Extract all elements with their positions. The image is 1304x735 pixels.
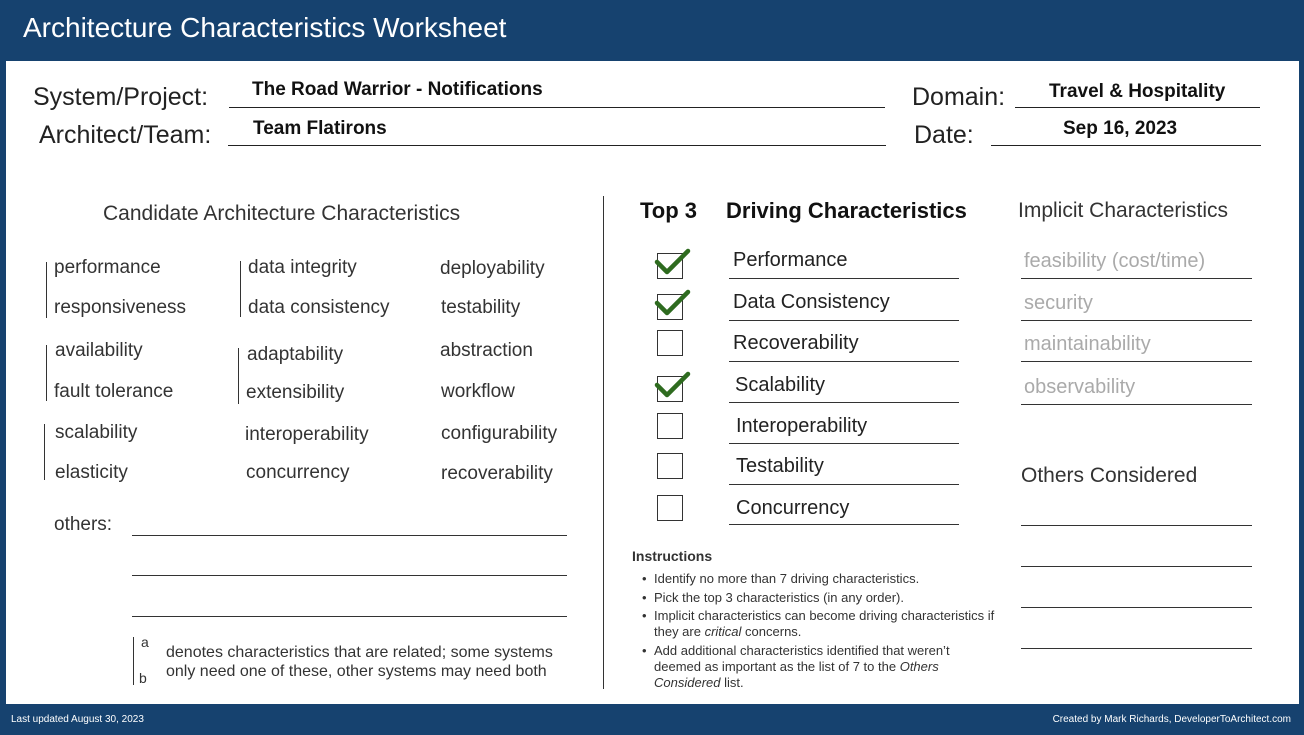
checkmark-stroke [654, 289, 691, 316]
section-divider [603, 196, 604, 689]
candidate-item: concurrency [246, 462, 350, 483]
others-considered-heading: Others Considered [1021, 464, 1198, 487]
date-underline [991, 145, 1261, 146]
driving-item-underline [729, 278, 959, 279]
related-bracket [240, 261, 241, 317]
instruction-item: Identify no more than 7 driving characte… [642, 571, 1012, 587]
driving-item-underline [729, 443, 959, 444]
implicit-item-underline [1021, 278, 1252, 279]
driving-checkbox[interactable] [657, 413, 683, 439]
footer-last-updated: Last updated August 30, 2023 [11, 714, 144, 725]
others-label: others: [54, 514, 113, 535]
related-bracket [44, 424, 45, 480]
checkmark-icon [654, 371, 691, 398]
implicit-item: security [1024, 292, 1093, 314]
instruction-item: Implicit characteristics can become driv… [642, 608, 1008, 640]
legend-bracket [133, 637, 134, 685]
driving-item-underline [729, 484, 959, 485]
implicit-item: feasibility (cost/time) [1024, 250, 1206, 272]
driving-item-underline [729, 524, 959, 525]
others-considered-line[interactable] [1021, 566, 1252, 567]
driving-item-label[interactable]: Concurrency [736, 497, 849, 520]
instruction-item: Add additional characteristics identifie… [642, 643, 978, 691]
system-project-underline [229, 107, 885, 108]
implicit-item-underline [1021, 404, 1252, 405]
system-project-label: System/Project: [33, 83, 209, 111]
instruction-item: Pick the top 3 characteristics (in any o… [642, 590, 1012, 606]
others-line[interactable] [132, 575, 567, 576]
candidate-item: workflow [441, 381, 515, 402]
architect-team-underline [228, 145, 886, 146]
candidate-item: responsiveness [54, 297, 187, 318]
footer-credit: Created by Mark Richards, DeveloperToArc… [1052, 714, 1291, 725]
candidate-item: performance [54, 257, 161, 278]
legend-letter-b: b [139, 670, 147, 686]
candidate-item: recoverability [441, 463, 553, 484]
worksheet-title: Architecture Characteristics Worksheet [23, 12, 507, 43]
driving-item-label[interactable]: Data Consistency [733, 291, 890, 314]
driving-checkbox[interactable] [657, 453, 683, 479]
driving-heading: Driving Characteristics [726, 198, 967, 223]
candidate-item: scalability [55, 422, 138, 443]
checkmark-stroke [654, 371, 691, 398]
driving-item-underline [729, 361, 959, 362]
candidate-item: extensibility [246, 382, 345, 403]
driving-item-label[interactable]: Performance [733, 249, 848, 272]
others-considered-line[interactable] [1021, 607, 1252, 608]
others-considered-line[interactable] [1021, 648, 1252, 649]
candidate-item: data integrity [248, 257, 357, 278]
driving-item-underline [729, 320, 959, 321]
legend-text-line2: only need one of these, other systems ma… [166, 663, 547, 680]
candidate-item: testability [441, 297, 521, 318]
candidate-heading: Candidate Architecture Characteristics [103, 202, 461, 225]
driving-item-label[interactable]: Testability [736, 455, 824, 478]
legend-letter-a: a [141, 634, 149, 650]
date-value[interactable]: Sep 16, 2023 [1063, 118, 1177, 140]
driving-item-label[interactable]: Scalability [735, 374, 825, 397]
implicit-item-underline [1021, 320, 1252, 321]
top3-label: Top 3 [640, 198, 698, 223]
candidate-item: deployability [440, 258, 545, 279]
related-bracket [238, 348, 239, 404]
candidate-item: abstraction [440, 340, 533, 361]
others-line[interactable] [132, 535, 567, 536]
date-label: Date: [914, 121, 974, 149]
driving-item-label[interactable]: Recoverability [733, 332, 859, 355]
instructions-title: Instructions [632, 548, 713, 564]
candidate-item: availability [55, 340, 143, 361]
checkmark-stroke [654, 248, 691, 275]
driving-item-underline [729, 402, 959, 403]
architect-team-label: Architect/Team: [39, 121, 212, 149]
others-considered-line[interactable] [1021, 525, 1252, 526]
related-bracket [46, 262, 47, 318]
candidate-item: configurability [441, 423, 558, 444]
checkmark-icon [654, 289, 691, 316]
domain-value[interactable]: Travel & Hospitality [1049, 81, 1225, 103]
implicit-heading: Implicit Characteristics [1018, 199, 1229, 222]
checkmark-icon [654, 248, 691, 275]
candidate-item: elasticity [55, 462, 128, 483]
architect-team-value[interactable]: Team Flatirons [253, 118, 387, 140]
candidate-item: fault tolerance [54, 381, 174, 402]
driving-checkbox[interactable] [657, 330, 683, 356]
candidate-item: interoperability [245, 424, 369, 445]
domain-label: Domain: [912, 83, 1006, 111]
system-project-value[interactable]: The Road Warrior - Notifications [252, 79, 543, 101]
domain-underline [1015, 107, 1260, 108]
driving-item-label[interactable]: Interoperability [736, 415, 867, 438]
others-line[interactable] [132, 616, 567, 617]
implicit-item-underline [1021, 361, 1252, 362]
related-bracket [46, 345, 47, 401]
candidate-item: adaptability [247, 344, 344, 365]
implicit-item: observability [1024, 376, 1136, 398]
implicit-item: maintainability [1024, 333, 1151, 355]
candidate-item: data consistency [248, 297, 390, 318]
driving-checkbox[interactable] [657, 495, 683, 521]
legend-text-line1: denotes characteristics that are related… [166, 644, 553, 661]
